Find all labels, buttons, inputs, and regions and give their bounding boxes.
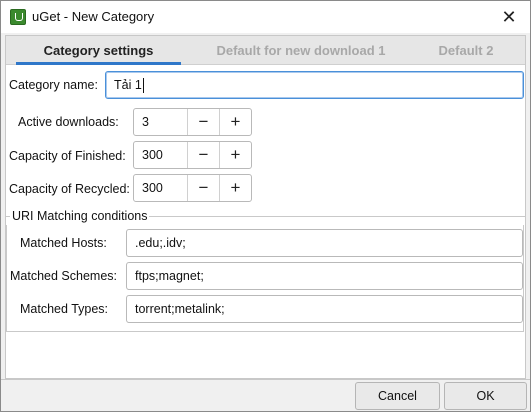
- matched-types-field[interactable]: torrent;metalink;: [126, 295, 523, 323]
- capacity-finished-value[interactable]: 300: [142, 142, 163, 168]
- matched-types-label: Matched Types:: [20, 302, 109, 316]
- dialog-window: uGet - New Category ✕ Category settings …: [0, 0, 531, 412]
- ok-button[interactable]: OK: [444, 382, 527, 410]
- tab-default-new-download-1[interactable]: Default for new download 1: [196, 36, 406, 65]
- category-name-value: Tải 1: [114, 78, 142, 92]
- capacity-finished-label: Capacity of Finished:: [9, 149, 126, 163]
- cancel-button[interactable]: Cancel: [355, 382, 440, 410]
- uri-matching-title: URI Matching conditions: [10, 209, 150, 223]
- capacity-finished-spinner: 300 − +: [133, 141, 252, 169]
- matched-schemes-field[interactable]: ftps;magnet;: [126, 262, 523, 290]
- category-name-field[interactable]: Tải 1: [105, 71, 524, 99]
- capacity-recycled-label: Capacity of Recycled:: [9, 182, 130, 196]
- text-caret: [142, 78, 144, 94]
- active-downloads-label: Active downloads:: [18, 115, 119, 129]
- capacity-recycled-spinner: 300 − +: [133, 174, 252, 202]
- matched-schemes-label: Matched Schemes:: [10, 269, 117, 283]
- plus-icon[interactable]: +: [219, 142, 251, 168]
- matched-hosts-label: Matched Hosts:: [20, 236, 107, 250]
- tab-category-settings[interactable]: Category settings: [16, 36, 181, 65]
- active-downloads-spinner: 3 − +: [133, 108, 252, 136]
- category-name-label: Category name:: [9, 78, 98, 92]
- window-title: uGet - New Category: [32, 9, 155, 24]
- tab-default-2[interactable]: Default 2: [421, 36, 511, 65]
- capacity-recycled-value[interactable]: 300: [142, 175, 163, 201]
- matched-hosts-field[interactable]: .edu;.idv;: [126, 229, 523, 257]
- active-downloads-value[interactable]: 3: [142, 109, 149, 135]
- plus-icon[interactable]: +: [219, 109, 251, 135]
- dialog-content: Category settings Default for new downlo…: [5, 35, 526, 379]
- minus-icon[interactable]: −: [187, 109, 219, 135]
- plus-icon[interactable]: +: [219, 175, 251, 201]
- close-icon[interactable]: ✕: [494, 1, 524, 33]
- uget-app-icon: [10, 9, 26, 25]
- minus-icon[interactable]: −: [187, 175, 219, 201]
- minus-icon[interactable]: −: [187, 142, 219, 168]
- button-separator: [1, 379, 530, 380]
- tab-bar: Category settings Default for new downlo…: [6, 36, 525, 65]
- title-bar: uGet - New Category ✕: [1, 1, 530, 33]
